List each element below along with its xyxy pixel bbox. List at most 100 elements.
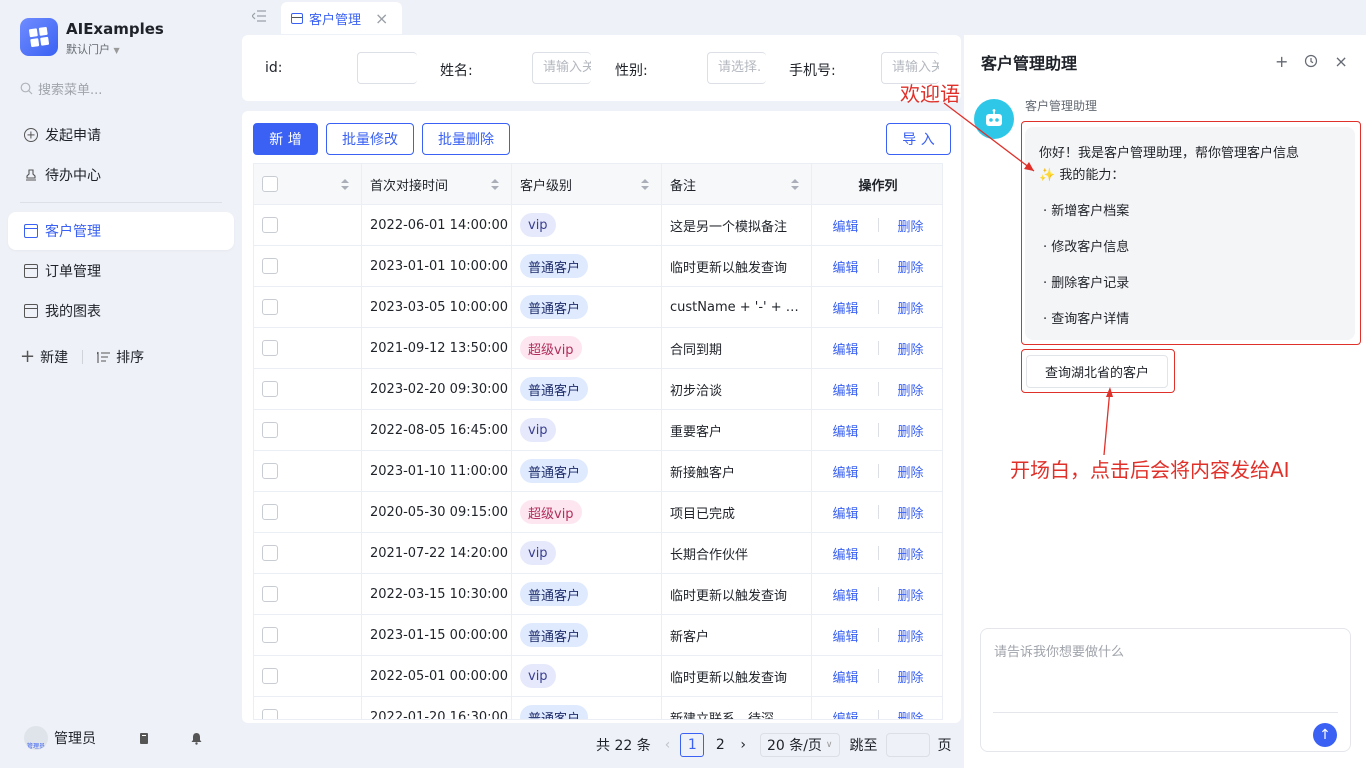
delete-link[interactable]: 删除 bbox=[898, 667, 924, 686]
delete-link[interactable]: 删除 bbox=[898, 544, 924, 563]
row-checkbox[interactable] bbox=[262, 381, 278, 397]
delete-link[interactable]: 删除 bbox=[898, 257, 924, 276]
batch-delete-button[interactable]: 批量删除 bbox=[422, 123, 510, 155]
send-button[interactable]: ↑ bbox=[1313, 723, 1337, 747]
edit-link[interactable]: 编辑 bbox=[832, 216, 858, 235]
book-icon[interactable] bbox=[138, 732, 150, 745]
window-icon bbox=[24, 264, 38, 278]
delete-link[interactable]: 删除 bbox=[898, 298, 924, 317]
hidden-col-cell bbox=[286, 204, 362, 246]
header-level[interactable]: 客户级别 bbox=[512, 164, 662, 205]
table-row: 2022-06-01 14:00:00 vip 这是另一个模拟备注 编辑 删除 bbox=[254, 204, 942, 246]
sidebar-item-customers[interactable]: 客户管理 bbox=[8, 212, 234, 250]
first-contact-value: 2022-06-01 14:00:00 bbox=[370, 217, 509, 233]
edit-link[interactable]: 编辑 bbox=[832, 667, 858, 686]
user-name[interactable]: 管理员 bbox=[54, 728, 96, 748]
new-menu-button[interactable]: + 新建 bbox=[20, 347, 68, 367]
row-checkbox[interactable] bbox=[262, 299, 278, 315]
sort-icon[interactable] bbox=[341, 178, 349, 190]
first-contact-value: 2023-02-20 09:30:00 bbox=[370, 381, 509, 397]
sidebar-item-charts[interactable]: 我的图表 bbox=[8, 292, 234, 330]
row-checkbox[interactable] bbox=[262, 627, 278, 643]
delete-link[interactable]: 删除 bbox=[898, 503, 924, 522]
delete-link[interactable]: 删除 bbox=[898, 626, 924, 645]
edit-link[interactable]: 编辑 bbox=[832, 626, 858, 645]
row-checkbox[interactable] bbox=[262, 217, 278, 233]
close-icon[interactable]: × bbox=[375, 9, 388, 28]
avatar[interactable]: 管理员 bbox=[24, 726, 48, 750]
remark-value: 初步洽谈 bbox=[670, 383, 723, 399]
delete-link[interactable]: 删除 bbox=[898, 339, 924, 358]
edit-link[interactable]: 编辑 bbox=[832, 298, 858, 317]
level-tag: 普通客户 bbox=[520, 377, 589, 401]
row-checkbox[interactable] bbox=[262, 668, 278, 684]
filter-gender-select[interactable]: 请选择. bbox=[707, 52, 766, 84]
table-row: 2022-03-15 10:30:00 普通客户 临时更新以触发查询 编辑 删除 bbox=[254, 573, 942, 615]
filter-name-input[interactable]: 请输入关 bbox=[532, 52, 591, 84]
delete-link[interactable]: 删除 bbox=[898, 380, 924, 399]
row-checkbox[interactable] bbox=[262, 463, 278, 479]
edit-link[interactable]: 编辑 bbox=[832, 380, 858, 399]
batch-edit-button[interactable]: 批量修改 bbox=[326, 123, 414, 155]
row-checkbox[interactable] bbox=[262, 586, 278, 602]
header-hidden-col[interactable] bbox=[286, 164, 362, 205]
row-select-cell bbox=[254, 205, 286, 246]
header-first-contact[interactable]: 首次对接时间 bbox=[362, 164, 512, 205]
sort-menu-button[interactable]: 排序 bbox=[97, 347, 144, 367]
delete-link[interactable]: 删除 bbox=[898, 216, 924, 235]
edit-link[interactable]: 编辑 bbox=[832, 503, 858, 522]
first-contact-cell: 2023-01-15 00:00:00 bbox=[362, 614, 512, 656]
hidden-col-cell bbox=[286, 696, 362, 719]
prev-page-icon[interactable]: ‹ bbox=[665, 737, 671, 753]
first-contact-cell: 2022-03-15 10:30:00 bbox=[362, 573, 512, 615]
sort-icon[interactable] bbox=[641, 178, 649, 190]
row-checkbox[interactable] bbox=[262, 545, 278, 561]
delete-link[interactable]: 删除 bbox=[898, 708, 924, 720]
sidebar-item-todo[interactable]: 待办中心 bbox=[8, 156, 234, 194]
header-remark[interactable]: 备注 bbox=[662, 164, 812, 205]
bell-icon[interactable] bbox=[190, 732, 203, 745]
sidebar-item-orders[interactable]: 订单管理 bbox=[8, 252, 234, 290]
sort-icon[interactable] bbox=[491, 178, 499, 190]
page-2[interactable]: 2 bbox=[712, 737, 728, 753]
portal-selector[interactable]: 默认门户 ▼ bbox=[66, 41, 120, 57]
plus-icon[interactable]: + bbox=[1275, 52, 1288, 71]
next-page-icon[interactable]: › bbox=[740, 737, 746, 753]
page-size-select[interactable]: 20 条/页 ∨ bbox=[759, 733, 840, 757]
row-checkbox[interactable] bbox=[262, 258, 278, 274]
edit-link[interactable]: 编辑 bbox=[832, 257, 858, 276]
first-contact-value: 2020-05-30 09:15:00 bbox=[370, 504, 509, 520]
history-icon[interactable] bbox=[1304, 54, 1318, 68]
tab-customers[interactable]: 客户管理 × bbox=[281, 2, 403, 34]
edit-link[interactable]: 编辑 bbox=[832, 339, 858, 358]
add-button[interactable]: 新 增 bbox=[253, 123, 318, 155]
row-select-cell bbox=[254, 369, 286, 410]
select-all-checkbox[interactable] bbox=[262, 176, 278, 192]
menu-search[interactable]: 搜索菜单... bbox=[20, 79, 102, 98]
row-checkbox[interactable] bbox=[262, 340, 278, 356]
filter-id-input[interactable] bbox=[357, 52, 417, 84]
edit-link[interactable]: 编辑 bbox=[832, 585, 858, 604]
edit-link[interactable]: 编辑 bbox=[832, 421, 858, 440]
row-checkbox[interactable] bbox=[262, 422, 278, 438]
edit-link[interactable]: 编辑 bbox=[832, 708, 858, 720]
sort-icon[interactable] bbox=[791, 178, 799, 190]
sidebar-item-apply[interactable]: 发起申请 bbox=[8, 116, 234, 154]
delete-link[interactable]: 删除 bbox=[898, 462, 924, 481]
delete-link[interactable]: 删除 bbox=[898, 585, 924, 604]
edit-link[interactable]: 编辑 bbox=[832, 544, 858, 563]
page-1[interactable]: 1 bbox=[680, 733, 705, 757]
level-tag: vip bbox=[520, 541, 556, 565]
close-icon[interactable]: × bbox=[1334, 52, 1347, 71]
row-checkbox[interactable] bbox=[262, 709, 278, 719]
level-tag: vip bbox=[520, 664, 556, 688]
goto-input[interactable] bbox=[885, 733, 930, 757]
chat-input-box[interactable]: 请告诉我你想要做什么 bbox=[980, 628, 1351, 752]
first-contact-cell: 2020-05-30 09:15:00 bbox=[362, 491, 512, 533]
collapse-sidebar-icon[interactable] bbox=[252, 10, 266, 22]
row-checkbox[interactable] bbox=[262, 504, 278, 520]
remark-value: custName + '-' + c... bbox=[670, 299, 802, 315]
delete-link[interactable]: 删除 bbox=[898, 421, 924, 440]
filter-name-label: 姓名: bbox=[440, 63, 473, 79]
edit-link[interactable]: 编辑 bbox=[832, 462, 858, 481]
